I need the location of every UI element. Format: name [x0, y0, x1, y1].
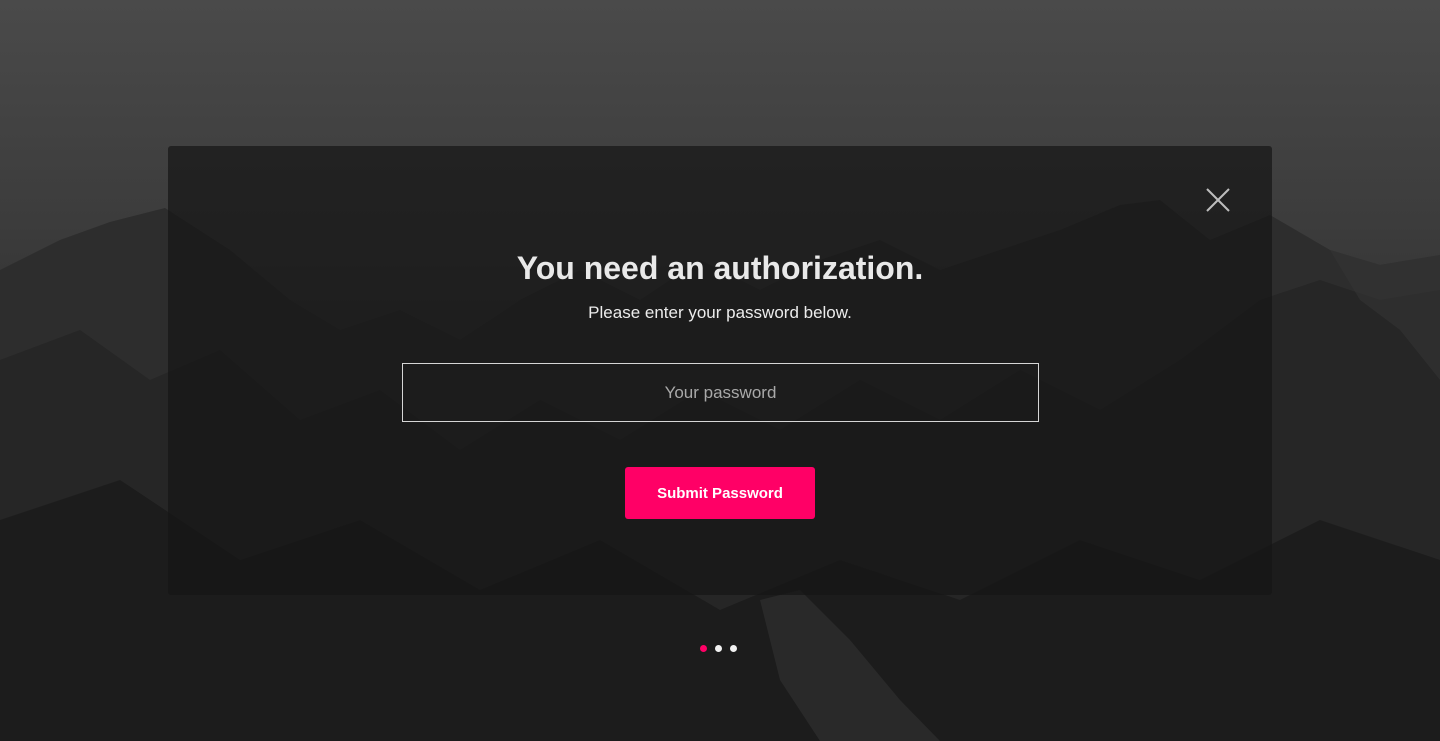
close-icon [1206, 188, 1230, 212]
modal-subtitle: Please enter your password below. [588, 303, 852, 322]
submit-password-button[interactable]: Submit Password [625, 467, 815, 519]
pagination-dot-1[interactable] [700, 645, 707, 652]
password-input[interactable] [402, 363, 1039, 422]
authorization-modal: You need an authorization. Please enter … [168, 146, 1272, 595]
close-button[interactable] [1204, 186, 1232, 214]
pagination-dots [700, 645, 737, 653]
modal-title: You need an authorization. [516, 250, 924, 286]
pagination-dot-2[interactable] [715, 645, 722, 652]
pagination-dot-3[interactable] [730, 645, 737, 652]
